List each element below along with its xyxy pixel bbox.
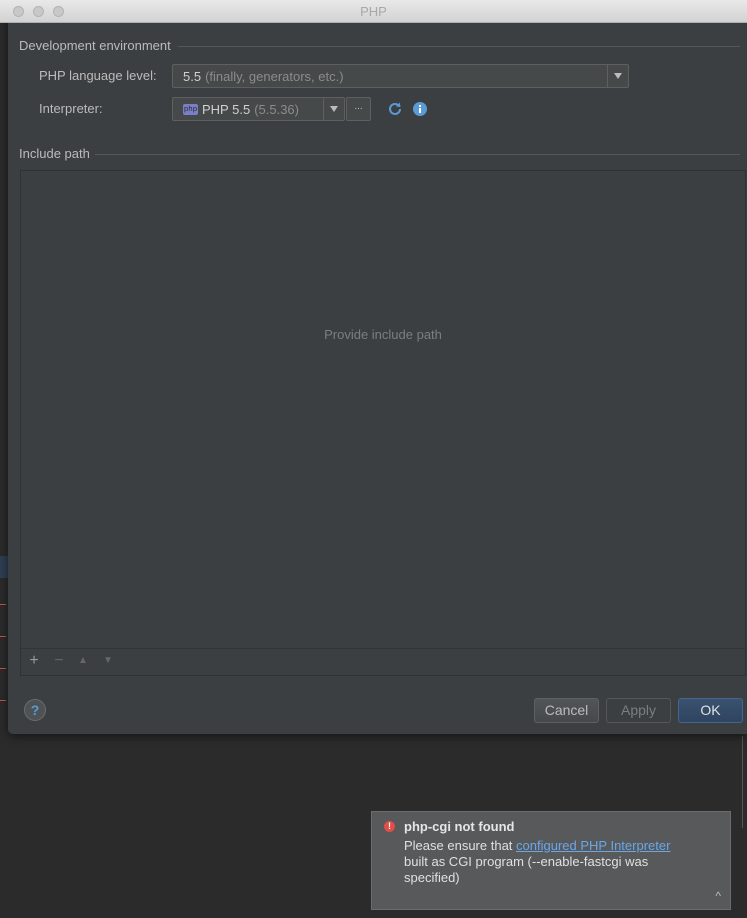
php-icon: php [183,103,198,115]
section-divider [95,154,740,155]
dev-env-section-title: Development environment [19,38,171,53]
collapse-icon[interactable]: ^ [715,889,721,903]
error-notification: ! php-cgi not found Please ensure that c… [371,811,731,910]
ide-error-marker [0,604,6,605]
php-settings-dialog: PHP Development environment PHP language… [0,0,747,734]
ide-error-marker [0,700,6,701]
include-path-list[interactable]: Provide include path + − ▲ ▼ [20,170,746,676]
language-level-label: PHP language level: [39,68,157,83]
remove-path-button[interactable]: − [49,651,69,671]
move-up-button[interactable]: ▲ [73,651,93,671]
chevron-down-icon[interactable] [323,98,344,120]
interpreter-label: Interpreter: [39,101,103,116]
info-icon[interactable] [412,101,428,117]
reload-icon[interactable] [387,101,403,117]
ide-divider [742,736,743,828]
window-title: PHP [360,4,387,19]
configure-interpreter-link[interactable]: configured PHP Interpreter [516,838,670,853]
language-level-select[interactable]: 5.5 (finally, generators, etc.) [172,64,629,88]
include-path-section-title: Include path [19,146,90,161]
title-bar: PHP [0,0,747,23]
ide-gutter-highlight [0,556,8,578]
cancel-button[interactable]: Cancel [534,698,599,723]
notification-body: Please ensure that configured PHP Interp… [404,838,704,886]
apply-button[interactable]: Apply [606,698,671,723]
ide-error-marker [0,668,6,669]
error-icon: ! [384,821,395,832]
chevron-down-icon[interactable] [607,65,628,87]
notification-title: php-cgi not found [404,819,515,834]
ok-button[interactable]: OK [678,698,743,723]
section-divider [178,46,740,47]
include-path-toolbar: + − ▲ ▼ [21,648,745,675]
include-path-empty-text: Provide include path [324,327,442,342]
browse-interpreters-button[interactable]: ... [346,97,371,121]
help-button[interactable]: ? [24,699,46,721]
interpreter-value: PHP 5.5 [202,101,251,117]
interpreter-version: (5.5.36) [254,101,299,117]
interpreter-select[interactable]: php PHP 5.5 (5.5.36) [172,97,345,121]
language-level-value: 5.5 [183,68,202,84]
notification-body-suffix: built as CGI program (--enable-fastcgi w… [404,854,649,885]
move-down-button[interactable]: ▼ [98,651,118,671]
ide-error-marker [0,636,6,637]
add-path-button[interactable]: + [24,651,44,671]
notification-body-prefix: Please ensure that [404,838,517,853]
language-level-hint: (finally, generators, etc.) [205,68,344,84]
